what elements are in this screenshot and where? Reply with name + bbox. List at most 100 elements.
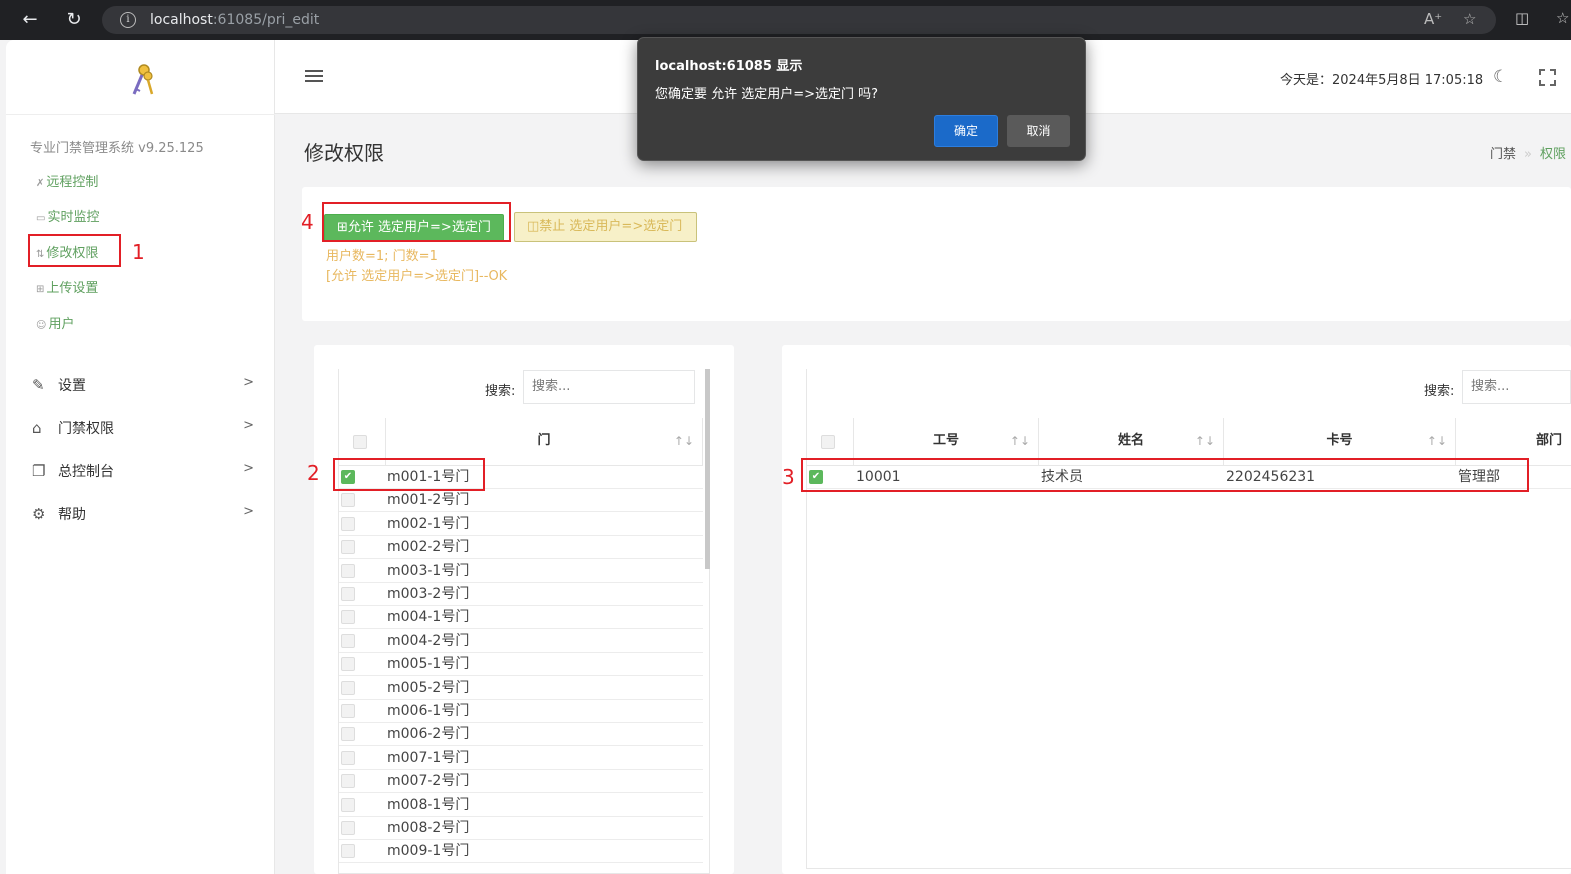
scrollbar[interactable]	[705, 369, 710, 569]
row-checkbox[interactable]	[341, 844, 355, 859]
upload-icon: ⊞	[36, 284, 45, 295]
row-checkbox[interactable]	[341, 750, 355, 765]
favorites-icon[interactable]: ☆	[1556, 9, 1569, 27]
edit-icon: ✎	[32, 376, 45, 394]
favorite-star-icon[interactable]: ☆	[1463, 10, 1476, 28]
table-row[interactable]: m003-1号门	[339, 560, 703, 583]
menu-console[interactable]: ❐ 总控制台 >	[32, 461, 254, 485]
table-row[interactable]: m009-1号门	[339, 840, 703, 864]
door-name: m003-1号门	[387, 562, 470, 579]
table-row[interactable]: m004-1号门	[339, 606, 703, 630]
split-screen-icon[interactable]: ◫	[1515, 9, 1529, 27]
breadcrumb: 门禁» 权限	[1490, 147, 1566, 162]
table-row[interactable]: m004-2号门	[339, 630, 703, 653]
step-number: 1	[132, 240, 145, 264]
status-message: 用户数=1; 门数=1	[326, 249, 438, 264]
step-number: 3	[782, 465, 795, 489]
users-table: 工号 ↑↓ 姓名 ↑↓ 卡号 ↑↓ 部门 ✔ 10001 技术员 2202456231 管理部	[806, 369, 1571, 869]
door-name: m005-1号门	[387, 656, 470, 673]
keys-logo-icon	[132, 64, 154, 95]
door-name: m007-2号门	[387, 773, 470, 790]
highlight-box	[322, 202, 511, 242]
highlight-box	[28, 234, 121, 267]
table-row[interactable]: m008-2号门	[339, 817, 703, 840]
step-number: 4	[301, 210, 314, 234]
select-all-checkbox[interactable]	[353, 435, 367, 449]
info-icon[interactable]: i	[120, 12, 136, 28]
table-row[interactable]: m005-1号门	[339, 653, 703, 677]
cancel-button[interactable]: 取消	[1007, 115, 1070, 147]
dialog-title: localhost:61085 显示	[655, 59, 803, 74]
monitor-icon: ▭	[36, 213, 46, 224]
row-checkbox[interactable]	[341, 587, 355, 601]
nav-live-monitor[interactable]: ▭ 实时监控	[36, 206, 99, 225]
row-checkbox[interactable]	[341, 563, 355, 578]
nav-users[interactable]: ☺ 用户	[36, 313, 74, 332]
nav-remote-control[interactable]: ✗ 远程控制	[36, 171, 98, 190]
breadcrumb-item[interactable]: 门禁	[1490, 147, 1516, 162]
hamburger-menu-icon[interactable]	[305, 70, 323, 84]
row-checkbox[interactable]	[341, 704, 355, 718]
dialog-message: 您确定要 允许 选定用户=>选定门 吗?	[655, 87, 879, 102]
table-row[interactable]: m002-2号门	[339, 536, 703, 560]
confirm-button[interactable]: 确定	[934, 115, 998, 147]
table-row[interactable]: m005-2号门	[339, 677, 703, 700]
row-checkbox[interactable]	[341, 727, 355, 742]
menu-door-permissions[interactable]: ⌂ 门禁权限 >	[32, 418, 254, 442]
select-all-checkbox[interactable]	[821, 435, 835, 449]
door-name: m004-2号门	[387, 632, 470, 649]
door-name: m006-2号门	[387, 726, 470, 743]
home-icon: ⌂	[32, 419, 42, 437]
table-row[interactable]: m002-1号门	[339, 513, 703, 536]
door-name: m009-1号门	[387, 843, 470, 860]
app-window: 专业门禁管理系统 v9.25.125 ✗ 远程控制 ▭ 实时监控 ⇅ 修改权限 ⊞ 上传…	[6, 40, 1571, 874]
row-checkbox[interactable]	[341, 774, 355, 789]
users-icon: ☺	[36, 320, 47, 331]
menu-settings[interactable]: ✎ 设置 >	[32, 375, 254, 399]
reload-icon[interactable]: ↻	[62, 8, 86, 32]
address-bar[interactable]: i localhost:61085/pri_edit A⁺ ☆	[102, 6, 1496, 34]
confirm-dialog: localhost:61085 显示 您确定要 允许 选定用户=>选定门 吗? …	[637, 37, 1086, 161]
back-icon[interactable]: ←	[18, 8, 42, 32]
table-row[interactable]: m006-1号门	[339, 700, 703, 723]
door-name: m001-2号门	[387, 492, 470, 509]
table-row[interactable]: m007-2号门	[339, 770, 703, 794]
status-message: [允许 选定用户=>选定门]--OK	[326, 269, 508, 284]
row-checkbox[interactable]	[341, 633, 355, 648]
row-checkbox[interactable]	[341, 797, 355, 812]
tools-icon: ✗	[36, 178, 45, 189]
chevron-right-icon: >	[243, 418, 254, 433]
row-checkbox[interactable]	[341, 493, 355, 508]
chevron-right-icon: >	[243, 375, 254, 390]
table-row[interactable]: m003-2号门	[339, 583, 703, 606]
table-row[interactable]: m007-1号门	[339, 747, 703, 770]
step-number: 2	[307, 461, 320, 485]
deny-button[interactable]: ◫禁止 选定用户=>选定门	[514, 212, 697, 242]
page-title: 修改权限	[304, 141, 384, 165]
door-name: m004-1号门	[387, 609, 470, 626]
row-checkbox[interactable]	[341, 516, 355, 531]
users-panel: 搜索: 搜索... 工号 ↑↓ 姓名 ↑↓ 卡号 ↑↓ 部门 ✔ 10001 技术员 220…	[782, 345, 1571, 874]
console-icon: ❐	[32, 462, 46, 480]
trash-icon: ◫	[527, 219, 540, 234]
door-name: m005-2号门	[387, 679, 470, 696]
dark-mode-icon[interactable]: ☾	[1493, 67, 1508, 87]
read-aloud-icon[interactable]: A⁺	[1424, 10, 1442, 28]
row-checkbox[interactable]	[341, 540, 355, 555]
nav-upload-settings[interactable]: ⊞ 上传设置	[36, 277, 98, 296]
fullscreen-icon[interactable]	[1539, 69, 1556, 86]
gear-icon: ⚙	[32, 505, 46, 523]
table-row[interactable]: m001-2号门	[339, 489, 703, 513]
row-checkbox[interactable]	[341, 821, 355, 835]
table-row[interactable]: m006-2号门	[339, 723, 703, 747]
menu-help[interactable]: ⚙ 帮助 >	[32, 504, 254, 528]
door-name: m003-2号门	[387, 586, 470, 602]
row-checkbox[interactable]	[341, 610, 355, 625]
row-checkbox[interactable]	[341, 657, 355, 672]
row-checkbox[interactable]	[341, 680, 355, 695]
door-name: m002-1号门	[387, 515, 470, 532]
browser-toolbar: ← ↻ i localhost:61085/pri_edit A⁺ ☆ ◫ ☆	[0, 0, 1571, 40]
chevron-right-icon: >	[243, 504, 254, 519]
url-text: localhost:61085/pri_edit	[150, 12, 320, 28]
table-row[interactable]: m008-1号门	[339, 794, 703, 817]
